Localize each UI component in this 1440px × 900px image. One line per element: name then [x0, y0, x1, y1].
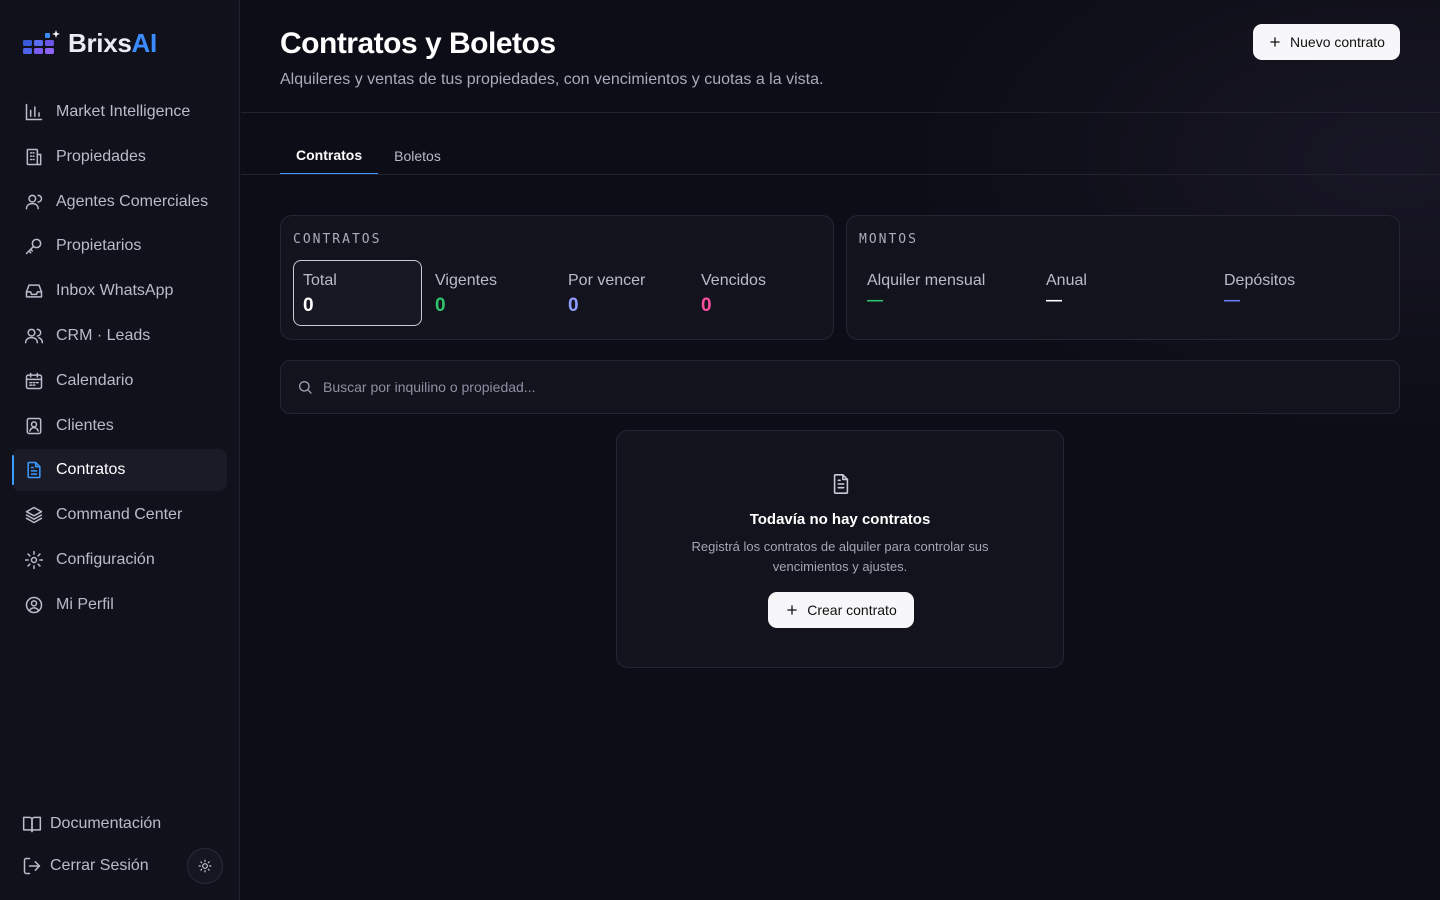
sidebar-item-calendario[interactable]: Calendario — [12, 360, 227, 402]
sidebar-item-label: Propiedades — [56, 147, 146, 165]
sidebar-item-agentes-comerciales[interactable]: Agentes Comerciales — [12, 181, 227, 223]
sidebar-item-contratos[interactable]: Contratos — [12, 449, 227, 492]
stat-por-vencer[interactable]: Por vencer 0 — [559, 261, 688, 327]
file-icon — [830, 472, 852, 496]
sidebar-item-configuracion[interactable]: Configuración — [12, 539, 227, 581]
sidebar-item-label: Market Intelligence — [56, 103, 191, 120]
contact-icon — [24, 416, 44, 436]
sidebar-item-propietarios[interactable]: Propietarios — [12, 225, 227, 267]
main-content: Contratos y Boletos Alquileres y ventas … — [241, 0, 1440, 900]
stat-vigentes[interactable]: Vigentes 0 — [426, 261, 555, 327]
sidebar-nav: Market Intelligence Propiedades Agentes … — [12, 91, 227, 629]
sun-icon — [198, 859, 212, 873]
users-icon — [24, 326, 44, 346]
stat-label: Vencidos — [701, 272, 766, 289]
documentation-label: Documentación — [50, 815, 162, 832]
create-contract-label: Crear contrato — [807, 602, 897, 618]
stat-label: Por vencer — [568, 272, 646, 289]
card-caption: MONTOS — [859, 232, 918, 247]
page-title: Contratos y Boletos — [280, 27, 556, 60]
sidebar-item-label: Propietarios — [56, 237, 142, 255]
amount-depositos: Depósitos — — [1224, 272, 1295, 310]
stat-label: Vigentes — [435, 272, 497, 289]
brand-logo[interactable]: BrixsAI — [22, 26, 157, 60]
sidebar-item-command-center[interactable]: Command Center — [12, 494, 227, 536]
user-icon — [24, 192, 44, 212]
sidebar-item-market-intelligence[interactable]: Market Intelligence — [12, 91, 227, 133]
sidebar-item-clientes[interactable]: Clientes — [12, 405, 227, 447]
document-icon — [24, 460, 44, 480]
sidebar: BrixsAI Market Intelligence Propiedades … — [0, 0, 240, 900]
calendar-icon — [24, 371, 44, 391]
tab-boletos[interactable]: Boletos — [378, 137, 457, 175]
tab-bar: Contratos Boletos — [280, 137, 457, 175]
page-header: Contratos y Boletos Alquileres y ventas … — [280, 27, 823, 89]
sidebar-item-mi-perfil[interactable]: Mi Perfil — [12, 584, 227, 626]
page-subtitle: Alquileres y ventas de tus propiedades, … — [280, 71, 824, 88]
user-circle-icon — [24, 595, 44, 615]
layers-icon — [24, 505, 44, 525]
sidebar-item-label: Command Center — [56, 506, 183, 524]
gear-icon — [24, 550, 44, 570]
amount-value: — — [1224, 292, 1240, 309]
stat-value: 0 — [303, 295, 314, 316]
key-icon — [24, 236, 44, 256]
amount-label: Anual — [1046, 272, 1087, 289]
sidebar-item-label: Agentes Comerciales — [56, 192, 209, 210]
search-icon — [297, 379, 313, 395]
create-contract-button[interactable]: Crear contrato — [768, 592, 914, 628]
logout-icon — [22, 856, 42, 876]
sidebar-item-label: Inbox WhatsApp — [56, 282, 174, 300]
docs-link-wrap: Documentación — [22, 810, 227, 838]
new-contract-button[interactable]: Nuevo contrato — [1253, 24, 1400, 60]
sidebar-item-label: Contratos — [56, 461, 126, 479]
amount-label: Depósitos — [1224, 272, 1296, 289]
sidebar-item-label: Configuración — [56, 550, 155, 568]
amount-value: — — [1046, 292, 1062, 309]
header-divider — [241, 112, 1440, 113]
stat-value: 0 — [568, 295, 579, 316]
sidebar-item-label: CRM · Leads — [56, 326, 151, 344]
new-contract-label: Nuevo contrato — [1290, 34, 1385, 50]
amount-label: Alquiler mensual — [867, 272, 986, 289]
amount-alquiler-mensual: Alquiler mensual — — [867, 272, 985, 310]
amounts-summary-card: MONTOS Alquiler mensual — Anual — Depósi… — [846, 215, 1400, 340]
stat-value: 0 — [435, 295, 446, 316]
card-caption: CONTRATOS — [293, 232, 382, 247]
stat-label: Total — [303, 272, 337, 289]
sidebar-item-propiedades[interactable]: Propiedades — [12, 136, 227, 178]
stat-vencidos[interactable]: Vencidos 0 — [692, 261, 821, 327]
plus-icon — [1268, 35, 1282, 49]
search-input[interactable] — [323, 379, 1223, 395]
book-icon — [22, 814, 42, 834]
empty-state-description: Registrá los contratos de alquiler para … — [691, 539, 989, 574]
stat-total[interactable]: Total 0 — [293, 260, 422, 326]
logout-label: Cerrar Sesión — [50, 857, 149, 874]
stat-value: 0 — [701, 295, 712, 316]
contracts-summary-card: CONTRATOS Total 0 Vigentes 0 Por vencer … — [280, 215, 834, 340]
building-icon — [24, 147, 44, 167]
empty-state-title: Todavía no hay contratos — [749, 511, 931, 528]
bar-chart-icon — [24, 102, 44, 122]
brixs-logo-icon — [22, 28, 62, 58]
empty-state-card: Todavía no hay contratos Registrá los co… — [616, 430, 1064, 668]
sidebar-item-label: Clientes — [56, 416, 114, 434]
search-bar — [280, 360, 1400, 414]
tabs-divider — [241, 174, 1440, 175]
sidebar-item-inbox-whatsapp[interactable]: Inbox WhatsApp — [12, 270, 227, 312]
sidebar-item-crm-leads[interactable]: CRM · Leads — [12, 315, 227, 357]
documentation-link[interactable]: Documentación — [22, 810, 227, 838]
inbox-icon — [24, 281, 44, 301]
brand-name: BrixsAI — [68, 27, 157, 58]
tab-contratos[interactable]: Contratos — [280, 137, 379, 175]
amount-anual: Anual — — [1046, 272, 1087, 310]
theme-toggle-button[interactable] — [187, 848, 223, 884]
amount-value: — — [867, 292, 883, 309]
sidebar-item-label: Mi Perfil — [56, 595, 114, 613]
sidebar-item-label: Calendario — [56, 371, 134, 389]
plus-icon — [785, 603, 799, 617]
